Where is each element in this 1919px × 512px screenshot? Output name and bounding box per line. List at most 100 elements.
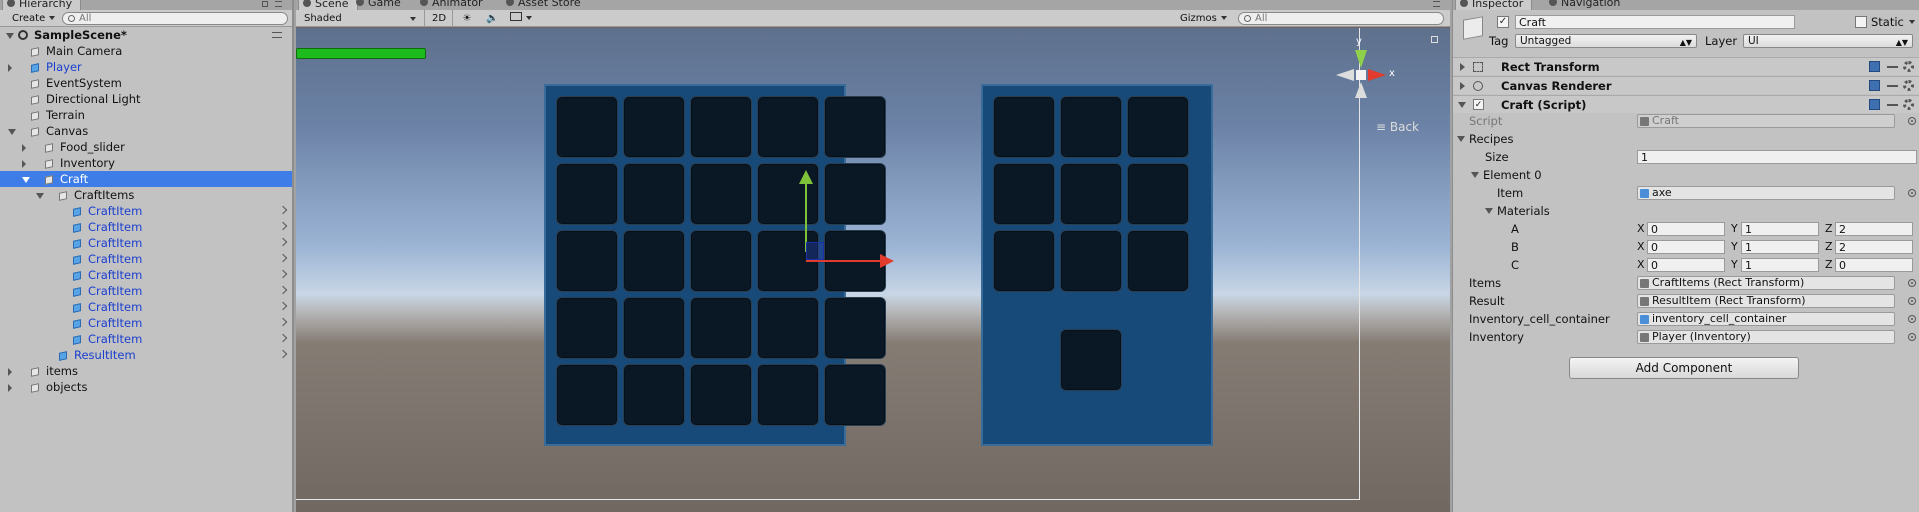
craft-cell[interactable] — [556, 230, 618, 292]
tab-asset-store[interactable]: Asset Store — [502, 0, 589, 10]
chevron-right-icon[interactable] — [278, 317, 288, 327]
result-cell[interactable] — [1060, 329, 1122, 391]
active-checkbox[interactable]: ✓ — [1497, 16, 1509, 28]
inventory-panel[interactable] — [981, 84, 1213, 446]
craft-cell[interactable] — [556, 163, 618, 225]
expand-arrow-right-icon[interactable] — [8, 384, 12, 392]
help-book-icon[interactable] — [1869, 99, 1880, 110]
chevron-right-icon[interactable] — [278, 253, 288, 263]
inventory-cell[interactable] — [993, 230, 1055, 292]
lock-icon[interactable] — [262, 1, 268, 7]
hierarchy-item[interactable]: EventSystem — [0, 75, 292, 91]
view-back-label[interactable]: ≡ Back — [1376, 120, 1419, 134]
chevron-right-icon[interactable] — [278, 205, 288, 215]
scene-search-input[interactable]: All — [1238, 12, 1444, 25]
expand-arrow-right-icon[interactable] — [22, 144, 26, 152]
craft-cell[interactable] — [623, 230, 685, 292]
static-dropdown-arrow-icon[interactable] — [1909, 20, 1915, 24]
lighting-toggle[interactable]: ☀ — [458, 12, 476, 25]
script-enabled-checkbox[interactable]: ✓ — [1473, 99, 1484, 110]
craft-cell[interactable] — [690, 163, 752, 225]
move-gizmo-x-axis[interactable] — [806, 260, 884, 262]
chevron-right-icon[interactable] — [278, 301, 288, 311]
inventory-cell[interactable] — [1060, 230, 1122, 292]
component-craft-script[interactable]: ✓ Craft (Script) — [1453, 95, 1919, 113]
orientation-lock-icon[interactable] — [1431, 36, 1438, 43]
expand-arrow-right-icon[interactable] — [8, 64, 12, 72]
material-z-field[interactable]: 2 — [1835, 222, 1913, 236]
object-picker-icon[interactable] — [1908, 297, 1916, 305]
axis-neg-y-cone-icon[interactable] — [1355, 82, 1367, 98]
component-canvas-renderer[interactable]: Canvas Renderer — [1453, 76, 1919, 94]
expand-arrow-right-icon[interactable] — [22, 160, 26, 168]
effects-dropdown[interactable] — [506, 12, 536, 25]
material-y-field[interactable]: 1 — [1741, 222, 1819, 236]
materials-row[interactable]: Materials — [1453, 202, 1919, 220]
material-x-field[interactable]: 0 — [1647, 258, 1725, 272]
element0-row[interactable]: Element 0 — [1453, 166, 1919, 184]
presets-icon[interactable] — [1887, 85, 1898, 87]
move-gizmo-y-arrow-icon[interactable] — [799, 170, 813, 184]
material-x-field[interactable]: 0 — [1647, 240, 1725, 254]
expand-arrow-icon[interactable] — [6, 33, 14, 39]
audio-toggle[interactable]: 🔈 — [482, 12, 500, 25]
hierarchy-item[interactable]: Canvas — [0, 123, 292, 139]
recipes-row[interactable]: Recipes — [1453, 130, 1919, 148]
chevron-right-icon[interactable] — [278, 349, 288, 359]
craft-cell[interactable] — [824, 364, 886, 426]
inventory-cell[interactable] — [1127, 163, 1189, 225]
hierarchy-item[interactable]: Food_slider — [0, 139, 292, 155]
shading-dropdown[interactable]: Shaded — [300, 12, 420, 25]
chevron-right-icon[interactable] — [278, 221, 288, 231]
hierarchy-item[interactable]: ResultItem — [0, 347, 292, 363]
scene-menu-icon[interactable] — [1433, 1, 1440, 7]
craft-cell[interactable] — [690, 96, 752, 158]
material-z-field[interactable]: 2 — [1835, 240, 1913, 254]
hierarchy-item[interactable]: CraftItem — [0, 219, 292, 235]
chevron-right-icon[interactable] — [278, 269, 288, 279]
craft-items-panel[interactable] — [544, 84, 886, 446]
material-x-field[interactable]: 0 — [1647, 222, 1725, 236]
tab-inspector[interactable]: Inspector — [1455, 0, 1533, 10]
foldout-arrow-icon[interactable] — [1460, 63, 1465, 71]
hierarchy-item[interactable]: Inventory — [0, 155, 292, 171]
hierarchy-item[interactable]: CraftItem — [0, 267, 292, 283]
craft-cell[interactable] — [556, 364, 618, 426]
object-name-field[interactable]: Craft — [1515, 15, 1795, 29]
inventory-cell[interactable] — [1127, 230, 1189, 292]
hierarchy-item[interactable]: CraftItem — [0, 251, 292, 267]
hierarchy-item[interactable]: Player — [0, 59, 292, 75]
craft-cell[interactable] — [623, 297, 685, 359]
inventory-cell[interactable] — [1060, 163, 1122, 225]
craft-cell[interactable] — [690, 230, 752, 292]
tab-navigation[interactable]: Navigation — [1545, 0, 1628, 10]
chevron-right-icon[interactable] — [278, 285, 288, 295]
material-z-field[interactable]: 0 — [1835, 258, 1913, 272]
scene-row[interactable]: SampleScene* — [0, 27, 292, 43]
craft-cell[interactable] — [690, 297, 752, 359]
hierarchy-item[interactable]: Terrain — [0, 107, 292, 123]
craft-cell[interactable] — [556, 96, 618, 158]
reference-field[interactable]: Player (Inventory) — [1637, 330, 1895, 344]
gizmos-dropdown[interactable]: Gizmos — [1176, 12, 1231, 25]
move-gizmo-plane-handle[interactable] — [806, 242, 824, 260]
help-book-icon[interactable] — [1869, 61, 1880, 72]
craft-cell[interactable] — [824, 297, 886, 359]
material-y-field[interactable]: 1 — [1741, 258, 1819, 272]
craft-cell[interactable] — [556, 297, 618, 359]
foldout-arrow-icon[interactable] — [1460, 82, 1465, 90]
hierarchy-search-input[interactable]: All — [62, 12, 288, 25]
size-field[interactable]: 1 — [1637, 150, 1917, 164]
foldout-arrow-icon[interactable] — [1457, 136, 1465, 142]
hierarchy-item[interactable]: items — [0, 363, 292, 379]
hierarchy-item[interactable]: CraftItem — [0, 283, 292, 299]
hierarchy-item[interactable]: CraftItems — [0, 187, 292, 203]
reference-field[interactable]: inventory_cell_container — [1637, 312, 1895, 326]
hierarchy-item[interactable]: objects — [0, 379, 292, 395]
craft-cell[interactable] — [757, 297, 819, 359]
hierarchy-item[interactable]: CraftItem — [0, 331, 292, 347]
craft-cell[interactable] — [623, 96, 685, 158]
hierarchy-item[interactable]: Main Camera — [0, 43, 292, 59]
hierarchy-item[interactable]: CraftItem — [0, 315, 292, 331]
gear-icon[interactable] — [1903, 99, 1914, 110]
